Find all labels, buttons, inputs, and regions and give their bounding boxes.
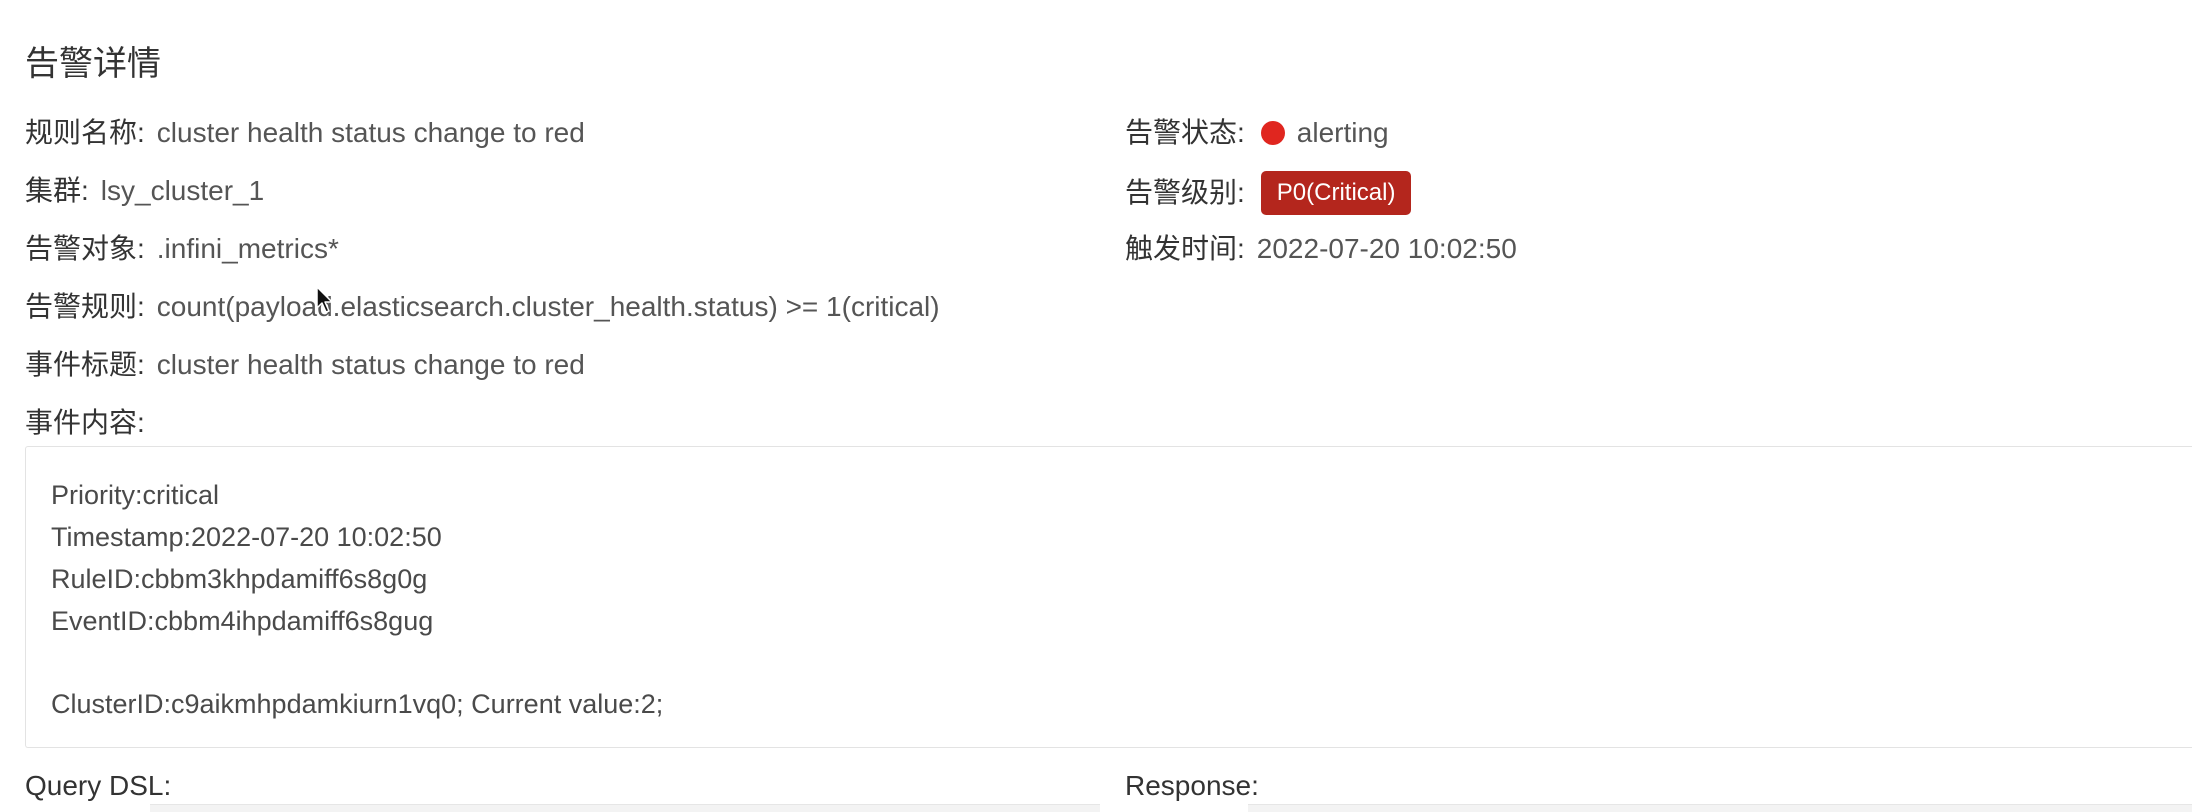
trigger-time-label: 触发时间: (1125, 233, 1245, 264)
content-line-rule-id: RuleID:cbbm3khpdamiff6s8g0g (51, 564, 428, 594)
trigger-time-value: 2022-07-20 10:02:50 (1256, 233, 1517, 264)
mouse-pointer-icon (316, 286, 333, 313)
alert-status-label: 告警状态: (1125, 117, 1245, 148)
alert-target-value: .infini_metrics* (156, 233, 339, 264)
rule-name-label: 规则名称: (25, 117, 145, 148)
event-title-value: cluster health status change to red (156, 349, 585, 380)
alert-detail-page: 告警详情 规则名称: cluster health status change … (0, 0, 2192, 812)
field-alert-status: 告警状态: alerting (1125, 113, 1389, 153)
content-line-event-id: EventID:cbbm4ihpdamiff6s8gug (51, 606, 434, 636)
status-dot-icon (1260, 121, 1285, 145)
query-dsl-label: Query DSL: (25, 770, 172, 801)
field-cluster: 集群: lsy_cluster_1 (25, 171, 264, 211)
content-line-timestamp: Timestamp:2022-07-20 10:02:50 (51, 522, 442, 552)
rule-name-value: cluster health status change to red (156, 117, 585, 148)
alert-status-value: alerting (1296, 117, 1389, 148)
field-alert-rule: 告警规则: count(payload.elasticsearch.cluste… (25, 287, 940, 327)
content-line-priority: Priority:critical (51, 480, 220, 510)
alert-level-label: 告警级别: (1125, 177, 1245, 208)
field-alert-level: 告警级别: P0(Critical) (1125, 171, 1412, 215)
alert-level-badge: P0(Critical) (1260, 171, 1412, 215)
event-title-label: 事件标题: (25, 349, 145, 380)
event-content-box[interactable]: Priority:critical Timestamp:2022-07-20 1… (25, 446, 2192, 748)
page-title: 告警详情 (25, 45, 161, 83)
field-rule-name: 规则名称: cluster health status change to re… (25, 113, 585, 153)
response-editor[interactable] (1248, 804, 2192, 812)
cluster-label: 集群: (25, 175, 89, 206)
alert-rule-label: 告警规则: (25, 291, 145, 322)
field-event-content: 事件内容: (25, 403, 145, 443)
field-trigger-time: 触发时间: 2022-07-20 10:02:50 (1125, 229, 1517, 269)
event-content-label: 事件内容: (25, 407, 145, 438)
content-line-cluster-id: ClusterID:c9aikmhpdamkiurn1vq0; Current … (51, 689, 664, 719)
query-dsl-editor[interactable] (150, 804, 1100, 812)
field-event-title: 事件标题: cluster health status change to re… (25, 345, 585, 385)
alert-target-label: 告警对象: (25, 233, 145, 264)
field-alert-target: 告警对象: .infini_metrics* (25, 229, 339, 269)
alert-rule-value: count(payload.elasticsearch.cluster_heal… (156, 291, 940, 322)
cluster-value: lsy_cluster_1 (100, 175, 265, 206)
response-label: Response: (1125, 770, 1259, 801)
